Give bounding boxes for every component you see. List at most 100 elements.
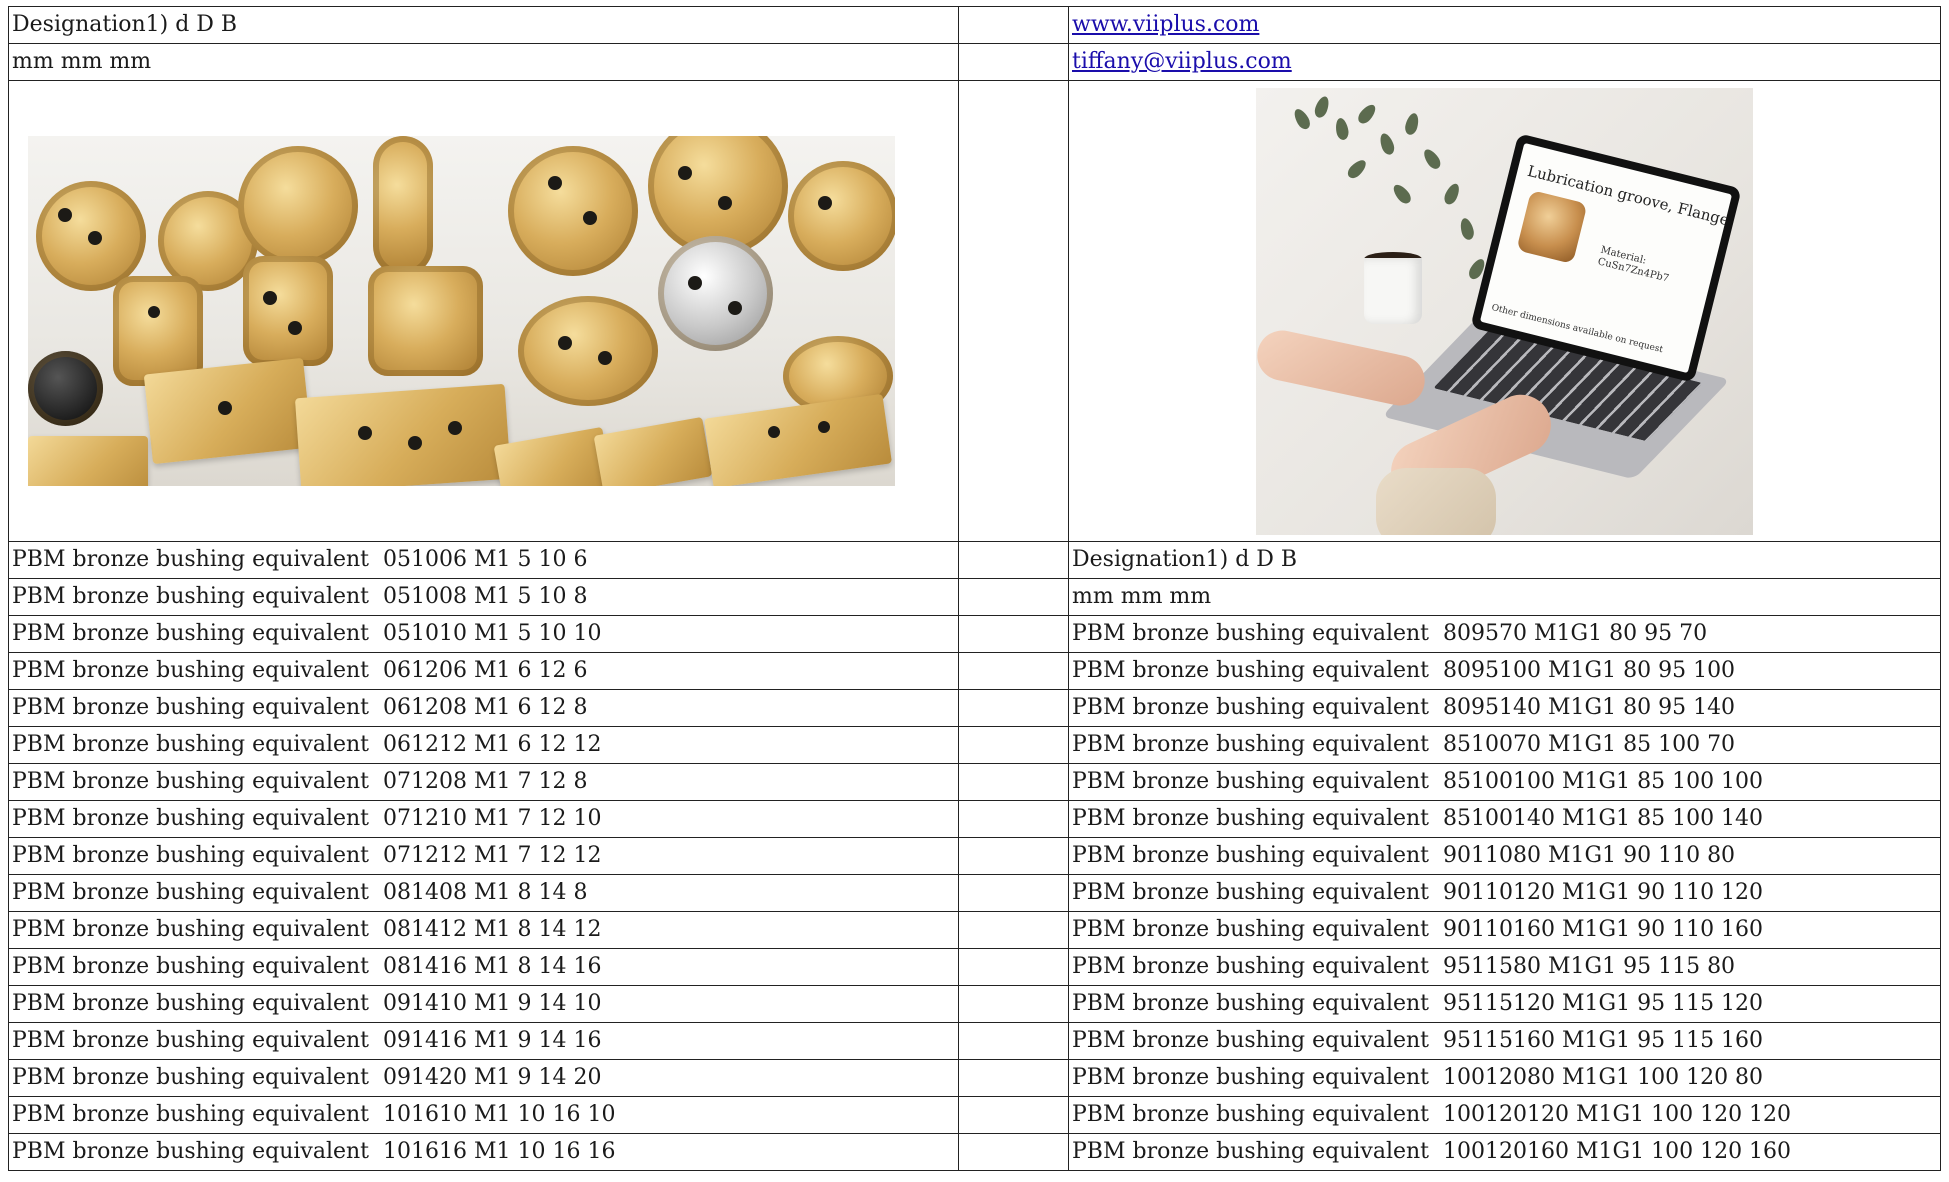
product-name: PBM bronze bushing equivalent [1072,880,1430,905]
table-row: PBM bronze bushing equivalent 081416 M1 8… [8,948,1941,986]
product-name: PBM bronze bushing equivalent [1072,917,1430,942]
right-product-cell: mm mm mm [1068,578,1941,616]
product-code: 9511580 M1G1 95 115 80 [1443,954,1736,979]
product-code: 071208 M1 7 12 8 [383,769,588,794]
product-name: PBM bronze bushing equivalent [12,1028,370,1053]
right-product-cell: PBM bronze bushing equivalent 8510070 M1G… [1068,726,1941,764]
email-link[interactable]: tiffany@viiplus.com [1072,49,1292,74]
left-product-cell: PBM bronze bushing equivalent 091416 M1 9… [8,1022,959,1060]
product-name: PBM bronze bushing equivalent [1072,991,1430,1016]
right-product-cell: PBM bronze bushing equivalent 95115120 M1… [1068,985,1941,1023]
product-name: PBM bronze bushing equivalent [1072,843,1430,868]
table-row: PBM bronze bushing equivalent 051010 M1 5… [8,615,1941,653]
product-name: PBM bronze bushing equivalent [12,584,370,609]
product-name: PBM bronze bushing equivalent [12,547,370,572]
right-product-cell: PBM bronze bushing equivalent 95115160 M1… [1068,1022,1941,1060]
left-hand [1256,325,1430,410]
product-code: 101616 M1 10 16 16 [383,1139,616,1164]
product-name: PBM bronze bushing equivalent [12,1139,370,1164]
product-name: PBM bronze bushing equivalent [12,917,370,942]
empty-cell [958,800,1069,838]
empty-cell [958,6,1069,44]
product-code: 8510070 M1G1 85 100 70 [1443,732,1736,757]
product-code: 95115120 M1G1 95 115 120 [1443,991,1764,1016]
product-code: 90110160 M1G1 90 110 160 [1443,917,1764,942]
product-name: PBM bronze bushing equivalent [1072,658,1430,683]
table-row: PBM bronze bushing equivalent 081412 M1 8… [8,911,1941,949]
promo-photo-cell: Lubrication groove, Flange Size Material… [1068,80,1941,542]
left-product-cell: PBM bronze bushing equivalent 071212 M1 7… [8,837,959,875]
product-name: PBM bronze bushing equivalent [1072,621,1430,646]
empty-cell [958,1133,1069,1171]
left-product-cell: PBM bronze bushing equivalent 091420 M1 9… [8,1059,959,1097]
product-code: 061212 M1 6 12 12 [383,732,602,757]
left-product-cell: PBM bronze bushing equivalent 061208 M1 6… [8,689,959,727]
product-code: 061206 M1 6 12 6 [383,658,588,683]
product-photo-cell [8,80,959,542]
right-product-cell: PBM bronze bushing equivalent 9511580 M1G… [1068,948,1941,986]
product-code: 091410 M1 9 14 10 [383,991,602,1016]
email-cell: tiffany@viiplus.com [1068,43,1941,81]
product-name: PBM bronze bushing equivalent [12,769,370,794]
image-row: Lubrication groove, Flange Size Material… [8,80,1941,542]
product-code: 081412 M1 8 14 12 [383,917,602,942]
website-link[interactable]: www.viiplus.com [1072,12,1259,37]
product-code: 809570 M1G1 80 95 70 [1443,621,1708,646]
left-product-cell: PBM bronze bushing equivalent 071208 M1 7… [8,763,959,801]
subheader-text: Designation1) d D B [1072,547,1298,572]
empty-cell [958,689,1069,727]
table-row: PBM bronze bushing equivalent 061206 M1 6… [8,652,1941,690]
left-product-cell: PBM bronze bushing equivalent 081412 M1 8… [8,911,959,949]
product-name: PBM bronze bushing equivalent [12,991,370,1016]
empty-cell [958,1096,1069,1134]
right-product-cell: PBM bronze bushing equivalent 10012080 M1… [1068,1059,1941,1097]
product-name: PBM bronze bushing equivalent [1072,1102,1430,1127]
product-name: PBM bronze bushing equivalent [12,621,370,646]
left-product-cell: PBM bronze bushing equivalent 051006 M1 5… [8,541,959,579]
table-row: PBM bronze bushing equivalent 051008 M1 5… [8,578,1941,616]
product-code: 8095140 M1G1 80 95 140 [1443,695,1736,720]
product-name: PBM bronze bushing equivalent [1072,732,1430,757]
empty-cell [958,541,1069,579]
product-name: PBM bronze bushing equivalent [1072,954,1430,979]
left-product-cell: PBM bronze bushing equivalent 061206 M1 6… [8,652,959,690]
table-row: PBM bronze bushing equivalent 061212 M1 6… [8,726,1941,764]
product-code: 071212 M1 7 12 12 [383,843,602,868]
empty-cell [958,837,1069,875]
left-product-cell: PBM bronze bushing equivalent 081416 M1 8… [8,948,959,986]
right-product-cell: PBM bronze bushing equivalent 90110160 M1… [1068,911,1941,949]
product-name: PBM bronze bushing equivalent [1072,1065,1430,1090]
spreadsheet-table: Designation1) d D B www.viiplus.com mm m… [8,6,1941,1171]
table-row: PBM bronze bushing equivalent 071212 M1 7… [8,837,1941,875]
table-row: PBM bronze bushing equivalent 071210 M1 7… [8,800,1941,838]
subheader-text: mm mm mm [1072,584,1212,609]
product-code: 051008 M1 5 10 8 [383,584,588,609]
empty-cell [958,911,1069,949]
product-code: 85100100 M1G1 85 100 100 [1443,769,1764,794]
empty-cell [958,763,1069,801]
empty-cell [958,1022,1069,1060]
empty-cell [958,874,1069,912]
empty-cell [958,985,1069,1023]
right-product-cell: PBM bronze bushing equivalent 100120160 M… [1068,1133,1941,1171]
laptop-promo-photo: Lubrication groove, Flange Size Material… [1256,87,1753,535]
product-name: PBM bronze bushing equivalent [12,843,370,868]
left-product-cell: PBM bronze bushing equivalent 081408 M1 8… [8,874,959,912]
product-code: 051010 M1 5 10 10 [383,621,602,646]
product-name: PBM bronze bushing equivalent [12,880,370,905]
product-code: 100120160 M1G1 100 120 160 [1443,1139,1792,1164]
empty-cell [958,43,1069,81]
product-code: 100120120 M1G1 100 120 120 [1443,1102,1792,1127]
empty-cell [958,80,1069,542]
table-row: PBM bronze bushing equivalent 071208 M1 7… [8,763,1941,801]
product-name: PBM bronze bushing equivalent [12,695,370,720]
product-name: PBM bronze bushing equivalent [12,658,370,683]
empty-cell [958,948,1069,986]
table-row: PBM bronze bushing equivalent 091410 M1 9… [8,985,1941,1023]
product-name: PBM bronze bushing equivalent [12,1065,370,1090]
table-row: PBM bronze bushing equivalent 101616 M1 1… [8,1133,1941,1171]
empty-cell [958,578,1069,616]
table-row: Designation1) d D B www.viiplus.com [8,6,1941,44]
product-code: 85100140 M1G1 85 100 140 [1443,806,1764,831]
flange-bushing-image [1516,189,1588,264]
